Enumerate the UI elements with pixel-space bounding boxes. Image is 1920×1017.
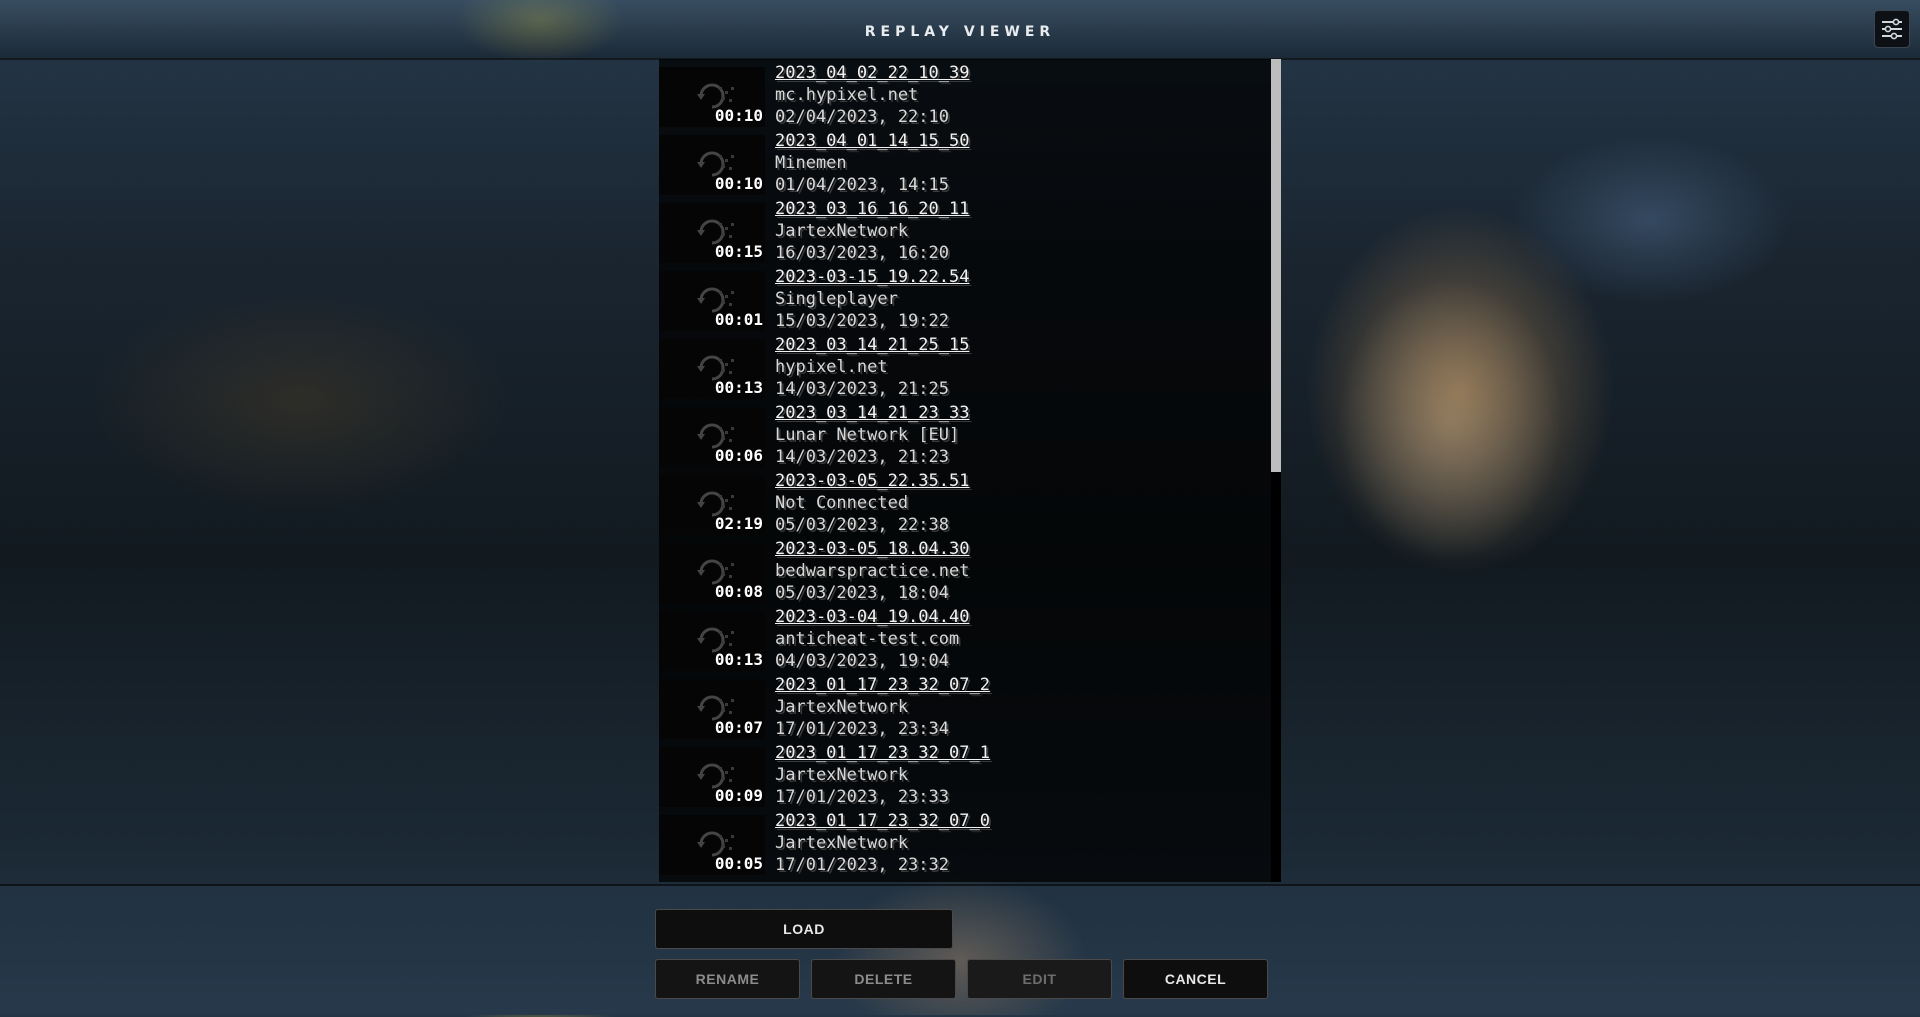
settings-button[interactable] — [1874, 10, 1910, 48]
replay-server: Lunar Network [EU] — [775, 425, 960, 445]
replay-duration: 00:05 — [714, 854, 763, 873]
replay-name[interactable]: 2023-03-05_22.35.51 — [775, 471, 969, 491]
replay-entry[interactable]: 00:07 2023_01_17_23_32_07_2 JartexNetwork 1… — [659, 665, 1273, 739]
replay-name[interactable]: 2023_01_17_23_32_07_2 — [775, 675, 990, 695]
cancel-button[interactable]: CANCEL — [1123, 959, 1268, 999]
replay-entry[interactable]: 00:06 2023_03_14_21_23_33 Lunar Network [E… — [659, 393, 1273, 467]
replay-thumbnail: 00:13 — [659, 339, 765, 399]
replay-entry[interactable]: 00:08 2023-03-05_18.04.30 bedwarspractice.… — [659, 529, 1273, 603]
replay-name[interactable]: 2023_03_14_21_23_33 — [775, 403, 969, 423]
replay-entry[interactable]: 00:09 2023_01_17_23_32_07_1 JartexNetwork 1… — [659, 733, 1273, 807]
replay-date: 17/01/2023, 23:32 — [775, 855, 949, 875]
replay-thumbnail: 00:10 — [659, 67, 765, 127]
replay-entry[interactable]: 00:10 2023_04_02_22_10_39 mc.hypixel.net 02… — [659, 59, 1273, 127]
replay-name[interactable]: 2023_01_17_23_32_07_1 — [775, 743, 990, 763]
replay-name[interactable]: 2023_04_02_22_10_39 — [775, 63, 969, 83]
replay-server: JartexNetwork — [775, 221, 909, 241]
replay-thumbnail: 00:09 — [659, 747, 765, 807]
replay-thumbnail: 02:19 — [659, 475, 765, 535]
replay-entry[interactable]: 00:10 2023_04_01_14_15_50 Minemen 01/04/202… — [659, 121, 1273, 195]
sliders-icon — [1882, 18, 1902, 40]
bottom-bar: LOAD RENAME DELETE EDIT CANCEL — [0, 884, 1920, 1017]
replay-list[interactable]: 00:10 2023_04_02_22_10_39 mc.hypixel.net 02… — [659, 59, 1273, 882]
replay-entry[interactable]: 02:19 2023-03-05_22.35.51 Not Connected 05/… — [659, 461, 1273, 535]
replay-entry[interactable]: 00:01 2023-03-15_19.22.54 Singleplayer 15/0… — [659, 257, 1273, 331]
rename-button[interactable]: RENAME — [655, 959, 800, 999]
edit-button[interactable]: EDIT — [967, 959, 1112, 999]
replay-server: anticheat-test.com — [775, 629, 960, 649]
replay-entry[interactable]: 00:13 2023-03-04_19.04.40 anticheat-test.c… — [659, 597, 1273, 671]
replay-entry[interactable]: 00:05 2023_01_17_23_32_07_0 JartexNetwork 1… — [659, 801, 1273, 875]
replay-thumbnail: 00:13 — [659, 611, 765, 671]
delete-button[interactable]: DELETE — [811, 959, 956, 999]
replay-name[interactable]: 2023_03_16_16_20_11 — [775, 199, 969, 219]
replay-server: Minemen — [775, 153, 847, 173]
load-button[interactable]: LOAD — [655, 909, 953, 949]
replay-server: bedwarspractice.net — [775, 561, 970, 581]
replay-server: hypixel.net — [775, 357, 888, 377]
replay-server: Not Connected — [775, 493, 909, 513]
replay-thumbnail: 00:01 — [659, 271, 765, 331]
top-bar: REPLAY VIEWER — [0, 0, 1920, 60]
replay-thumbnail: 00:08 — [659, 543, 765, 603]
replay-name[interactable]: 2023_01_17_23_32_07_0 — [775, 811, 990, 831]
replay-thumbnail: 00:05 — [659, 815, 765, 875]
scrollbar-thumb[interactable] — [1271, 59, 1281, 472]
replay-server: mc.hypixel.net — [775, 85, 919, 105]
replay-thumbnail: 00:15 — [659, 203, 765, 263]
replay-server: Singleplayer — [775, 289, 898, 309]
replay-name[interactable]: 2023_03_14_21_25_15 — [775, 335, 969, 355]
replay-name[interactable]: 2023-03-04_19.04.40 — [775, 607, 969, 627]
replay-name[interactable]: 2023_04_01_14_15_50 — [775, 131, 969, 151]
replay-entry[interactable]: 00:15 2023_03_16_16_20_11 JartexNetwork 16/… — [659, 189, 1273, 263]
replay-entry[interactable]: 00:13 2023_03_14_21_25_15 hypixel.net 14/03… — [659, 325, 1273, 399]
replay-name[interactable]: 2023-03-05_18.04.30 — [775, 539, 969, 559]
replay-thumbnail: 00:10 — [659, 135, 765, 195]
replay-server: JartexNetwork — [775, 765, 909, 785]
replay-thumbnail: 00:06 — [659, 407, 765, 467]
replay-name[interactable]: 2023-03-15_19.22.54 — [775, 267, 969, 287]
page-title: REPLAY VIEWER — [864, 24, 1056, 40]
replay-thumbnail: 00:07 — [659, 679, 765, 739]
replay-server: JartexNetwork — [775, 697, 909, 717]
replay-server: JartexNetwork — [775, 833, 909, 853]
